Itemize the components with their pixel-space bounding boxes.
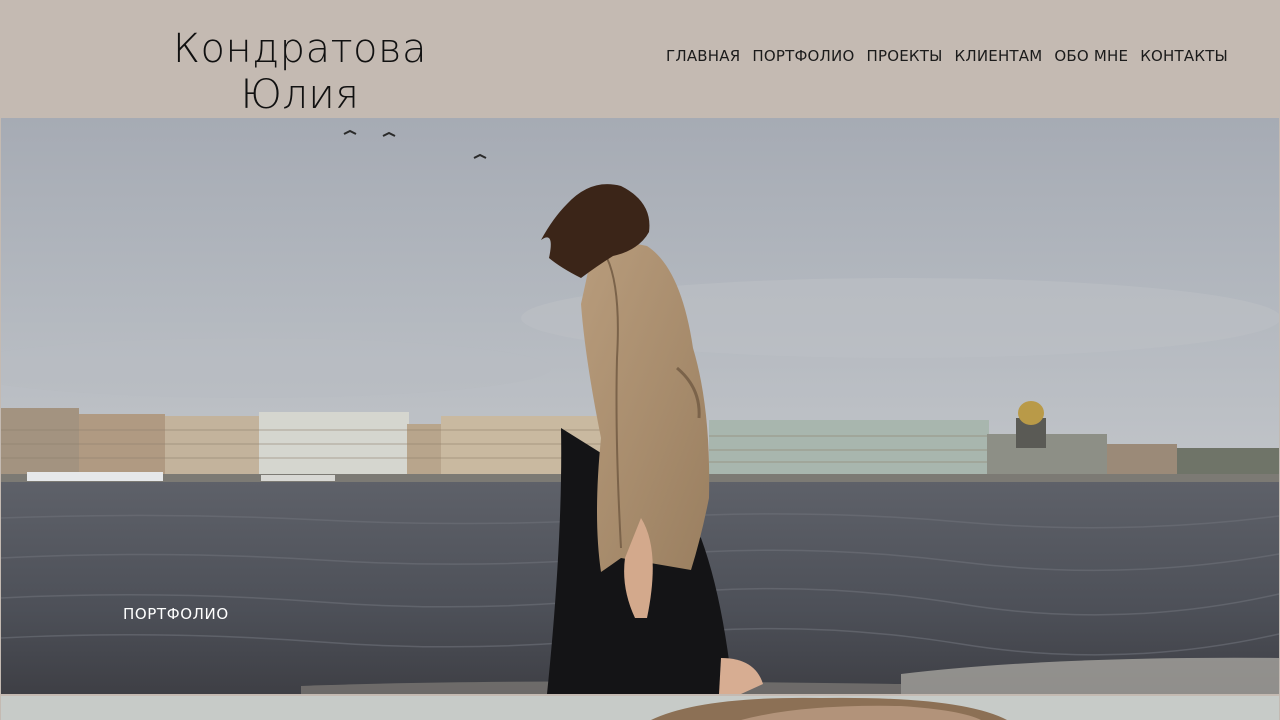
nav-item-clients[interactable]: КЛИЕНТАМ: [949, 47, 1049, 65]
hero-portfolio-tile[interactable]: ПОРТФОЛИО: [1, 118, 1279, 694]
nav-item-about[interactable]: ОБО МНЕ: [1048, 47, 1134, 65]
nav-item-contacts[interactable]: КОНТАКТЫ: [1134, 47, 1234, 65]
main-nav: ГЛАВНАЯ ПОРТФОЛИО ПРОЕКТЫ КЛИЕНТАМ ОБО М…: [660, 47, 1234, 65]
hero-portfolio-label: ПОРТФОЛИО: [123, 605, 229, 623]
nav-item-projects[interactable]: ПРОЕКТЫ: [860, 47, 948, 65]
next-tile-photo: [1, 696, 1279, 720]
site-header: Кондратова Юлия kondratovaphoto ГЛАВНАЯ …: [0, 0, 1280, 137]
nav-item-portfolio[interactable]: ПОРТФОЛИО: [746, 47, 860, 65]
nav-item-home[interactable]: ГЛАВНАЯ: [660, 47, 746, 65]
next-tile-preview[interactable]: [1, 696, 1279, 720]
brand-name: Кондратова Юлия: [173, 26, 427, 118]
